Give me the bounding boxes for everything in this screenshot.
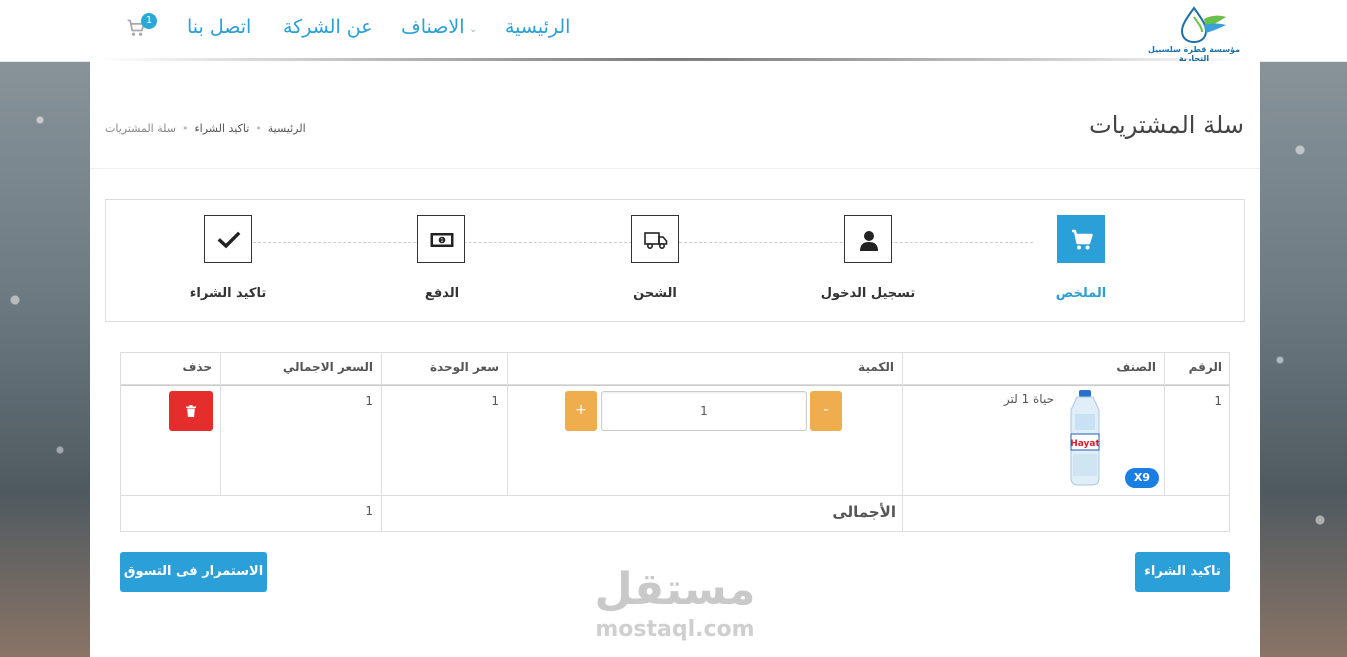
- quantity-plus-button[interactable]: +: [565, 391, 597, 431]
- chevron-down-icon: ⌄: [469, 24, 478, 35]
- th-total-price: السعر الاجمالي: [220, 353, 381, 385]
- pack-badge: X9: [1125, 468, 1159, 488]
- th-item: الصنف: [902, 353, 1164, 385]
- th-delete: حذف: [121, 353, 220, 385]
- step-confirm[interactable]: [204, 215, 252, 263]
- cart-count-badge: 1: [141, 13, 157, 29]
- nav-about[interactable]: عن الشركة: [283, 16, 373, 38]
- step-summary[interactable]: [1057, 215, 1105, 263]
- page-title: سلة المشتريات: [1089, 111, 1244, 139]
- nav-categories[interactable]: الاصناف: [401, 16, 464, 38]
- cart-table: الرقم الصنف الكمية سعر الوحدة السعر الاج…: [120, 352, 1230, 532]
- td-number: 1: [1164, 385, 1230, 496]
- company-logo[interactable]: مؤسسة قطرة سلسبيل التجارية: [1146, 5, 1242, 63]
- step-summary-label: الملخص: [1055, 286, 1107, 301]
- watermark-logo: مستقل: [594, 564, 756, 615]
- step-shipping[interactable]: [631, 215, 679, 263]
- th-quantity: الكمية: [507, 353, 902, 385]
- step-login[interactable]: [844, 215, 892, 263]
- step-payment[interactable]: 1: [417, 215, 465, 263]
- nav-contact[interactable]: اتصل بنا: [187, 16, 251, 38]
- step-confirm-label: تاكيد الشراء: [189, 286, 267, 301]
- user-icon: [860, 231, 878, 251]
- breadcrumb-current: سلة المشتريات: [105, 122, 176, 135]
- td-total-price: 1: [220, 385, 381, 496]
- th-unit-price: سعر الوحدة: [381, 353, 507, 385]
- step-login-label: تسجيل الدخول: [820, 286, 916, 301]
- truck-icon: [644, 232, 668, 250]
- breadcrumb-home[interactable]: الرئيسية: [268, 122, 306, 135]
- cart-icon: [1072, 229, 1093, 250]
- svg-text:Hayat: Hayat: [1070, 439, 1100, 449]
- step-payment-label: الدفع: [424, 286, 460, 301]
- top-navbar: مؤسسة قطرة سلسبيل التجارية الرئيسية الاص…: [0, 0, 1347, 63]
- th-number: الرقم: [1164, 353, 1230, 385]
- breadcrumb-checkout[interactable]: تاكيد الشراء: [195, 122, 250, 135]
- checkout-steps: الملخص تسجيل الدخول الشحن 1 الدفع تاكيد …: [105, 199, 1245, 322]
- check-icon: [217, 231, 241, 249]
- td-total-value: 1: [365, 504, 373, 518]
- trash-icon: [186, 405, 196, 417]
- td-total-label: [381, 496, 902, 532]
- td-unit-price: 1: [381, 385, 507, 496]
- product-image[interactable]: Hayat: [1061, 390, 1109, 486]
- continue-shopping-button[interactable]: الاستمرار فى التسوق: [120, 552, 267, 592]
- money-icon: 1: [430, 233, 454, 247]
- quantity-minus-button[interactable]: -: [810, 391, 842, 431]
- nav-home[interactable]: الرئيسية: [505, 16, 570, 38]
- step-shipping-label: الشحن: [633, 286, 677, 301]
- watermark-url: mostaql.com: [595, 617, 755, 642]
- confirm-purchase-button[interactable]: تاكيد الشراء: [1135, 552, 1230, 592]
- product-name[interactable]: حياة 1 لتر: [1004, 392, 1054, 406]
- td-total-empty: [902, 496, 1230, 532]
- divider: [90, 168, 1260, 169]
- total-label: الأجمالى: [832, 503, 896, 521]
- svg-text:1: 1: [440, 238, 443, 244]
- logo-drop-icon: [1180, 6, 1226, 44]
- delete-button[interactable]: [169, 391, 213, 431]
- quantity-input[interactable]: 1: [601, 391, 807, 431]
- breadcrumb: الرئيسية•تاكيد الشراء•سلة المشتريات: [105, 122, 306, 135]
